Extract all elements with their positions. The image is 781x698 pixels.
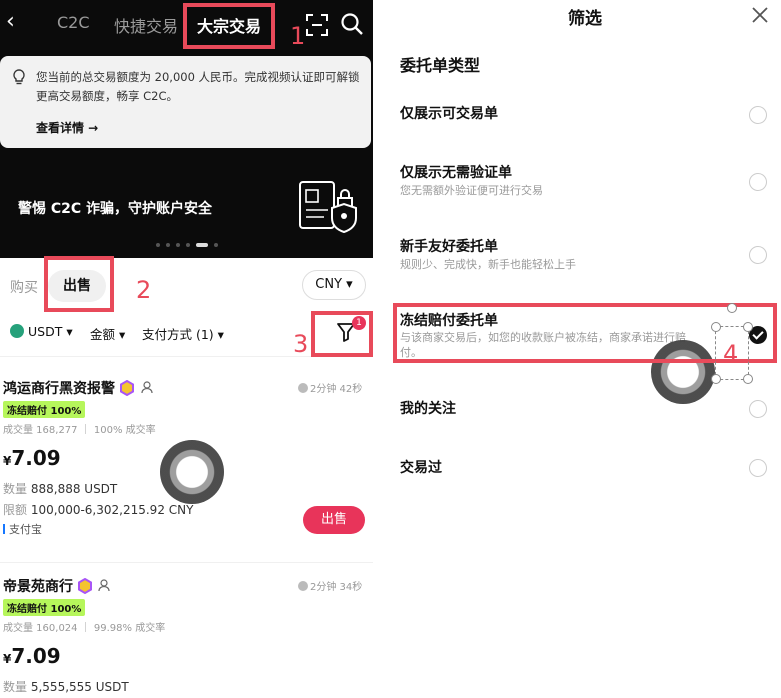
resize-handle bbox=[711, 374, 721, 384]
person-icon bbox=[98, 579, 110, 592]
option-beginner-friendly-desc: 规则少、完成快，新手也能轻松上手 bbox=[400, 258, 576, 271]
verified-merchant-badge-icon bbox=[78, 578, 92, 594]
usdt-icon bbox=[10, 324, 24, 338]
annotation-number-3: 3 bbox=[293, 330, 309, 358]
quantity-label: 数量 bbox=[3, 482, 28, 496]
option-beginner-friendly[interactable]: 新手友好委托单 bbox=[400, 236, 498, 256]
annotation-box-2 bbox=[44, 256, 114, 312]
sell-button[interactable]: 出售 bbox=[303, 506, 365, 534]
asset-select-label: USDT ▾ bbox=[28, 324, 73, 339]
radio-following[interactable] bbox=[749, 400, 767, 418]
verified-merchant-badge-icon bbox=[120, 380, 134, 396]
touch-indicator bbox=[160, 440, 224, 504]
payment-time: 2分钟 34秒 bbox=[298, 578, 362, 593]
trade-stats: 成交量 160,024 ｜ 99.98% 成交率 bbox=[3, 623, 166, 634]
pagination-dot[interactable] bbox=[166, 243, 170, 247]
c2c-market-screen: ‹ C2C 快捷交易 大宗交易 您当前的总交易额度为 20,000 人民币。完成… bbox=[0, 0, 373, 698]
quantity: 数量 5,555,555 USDT bbox=[3, 678, 129, 695]
option-tradable-only[interactable]: 仅展示可交易单 bbox=[400, 103, 498, 123]
scan-icon[interactable] bbox=[306, 14, 328, 36]
person-icon bbox=[141, 381, 153, 394]
resize-handle bbox=[743, 322, 753, 332]
resize-handle bbox=[743, 374, 753, 384]
section-title: 委托单类型 bbox=[400, 56, 481, 75]
close-icon[interactable] bbox=[751, 6, 769, 24]
payment-time-value: 2分钟 34秒 bbox=[310, 582, 363, 593]
notice-text: 您当前的总交易额度为 20,000 人民币。完成视频认证即可解锁更高交易额度，畅… bbox=[36, 70, 360, 103]
annotation-number-1: 1 bbox=[290, 22, 306, 50]
radio-traded-before[interactable] bbox=[749, 459, 767, 477]
tab-buy[interactable]: 购买 bbox=[10, 277, 38, 297]
radio-tradable-only[interactable] bbox=[749, 106, 767, 124]
back-arrow-icon[interactable]: ‹ bbox=[6, 10, 26, 34]
payment-method-select[interactable]: 支付方式 (1) ▾ bbox=[142, 324, 224, 343]
fiat-currency-select[interactable]: CNY ▾ bbox=[302, 270, 366, 300]
quantity-label: 数量 bbox=[3, 680, 28, 694]
payment-time: 2分钟 42秒 bbox=[298, 380, 362, 395]
quantity: 数量 888,888 USDT bbox=[3, 480, 117, 497]
limit-label: 限额 bbox=[3, 503, 28, 517]
security-document-icon bbox=[299, 181, 357, 234]
quantity-value: 5,555,555 USDT bbox=[30, 680, 129, 694]
clock-icon bbox=[298, 383, 308, 393]
payment-method: 支付宝 bbox=[3, 521, 42, 537]
pagination-dot[interactable] bbox=[176, 243, 180, 247]
price: ¥7.09 bbox=[3, 644, 61, 668]
pagination-dot[interactable] bbox=[214, 243, 218, 247]
amount-select[interactable]: 金额 ▾ bbox=[90, 324, 125, 343]
annotation-box-3 bbox=[311, 311, 373, 357]
divider bbox=[0, 562, 373, 563]
radio-no-verification[interactable] bbox=[749, 173, 767, 191]
limit: 限额 100,000-6,302,215.92 CNY bbox=[3, 501, 193, 518]
banner-pagination bbox=[156, 242, 218, 248]
merchant-name[interactable]: 鸿运商行黑资报警 bbox=[3, 378, 115, 398]
price: ¥7.09 bbox=[3, 446, 61, 470]
asset-select[interactable]: USDT ▾ bbox=[10, 324, 73, 339]
trade-stats: 成交量 168,277 ｜ 100% 成交率 bbox=[3, 425, 156, 436]
pagination-dot-active[interactable] bbox=[196, 243, 208, 247]
option-no-verification-desc: 您无需额外验证便可进行交易 bbox=[400, 184, 543, 197]
tab-c2c[interactable]: C2C bbox=[57, 13, 90, 32]
option-following[interactable]: 我的关注 bbox=[400, 398, 456, 418]
clock-icon bbox=[298, 581, 308, 591]
view-details-link[interactable]: 查看详情 → bbox=[36, 119, 98, 136]
panel-title: 筛选 bbox=[568, 9, 602, 29]
lightbulb-icon bbox=[13, 69, 25, 85]
ad-card: 帝景苑商行 2分钟 34秒 冻结赔付 100% 成交量 160,024 ｜ 99… bbox=[0, 576, 373, 698]
merchant-name[interactable]: 帝景苑商行 bbox=[3, 576, 73, 596]
alipay-icon bbox=[3, 524, 5, 534]
pagination-dot[interactable] bbox=[186, 243, 190, 247]
option-traded-before[interactable]: 交易过 bbox=[400, 457, 442, 477]
pagination-dot[interactable] bbox=[156, 243, 160, 247]
payment-method-name: 支付宝 bbox=[9, 523, 42, 536]
annotation-box-1 bbox=[183, 3, 275, 49]
filter-panel: 筛选 委托单类型 仅展示可交易单 仅展示无需验证单 您无需额外验证便可进行交易 … bbox=[373, 0, 781, 698]
quantity-value: 888,888 USDT bbox=[30, 482, 118, 496]
rotate-handle bbox=[727, 303, 737, 313]
limit-value: 100,000-6,302,215.92 CNY bbox=[30, 503, 194, 517]
price-value: 7.09 bbox=[11, 644, 61, 668]
annotation-number-4: 4 bbox=[723, 340, 739, 368]
radio-beginner-friendly[interactable] bbox=[749, 246, 767, 264]
search-icon[interactable] bbox=[340, 12, 364, 36]
tab-quick-trade[interactable]: 快捷交易 bbox=[114, 13, 178, 37]
banner-text[interactable]: 警惕 C2C 诈骗，守护账户安全 bbox=[18, 198, 212, 218]
resize-handle bbox=[711, 322, 721, 332]
annotation-number-2: 2 bbox=[136, 276, 152, 304]
price-value: 7.09 bbox=[11, 446, 61, 470]
freeze-compensation-tag: 冻结赔付 100% bbox=[3, 401, 86, 418]
freeze-compensation-tag: 冻结赔付 100% bbox=[3, 599, 86, 616]
option-no-verification[interactable]: 仅展示无需验证单 bbox=[400, 162, 512, 182]
payment-time-value: 2分钟 42秒 bbox=[310, 384, 363, 395]
